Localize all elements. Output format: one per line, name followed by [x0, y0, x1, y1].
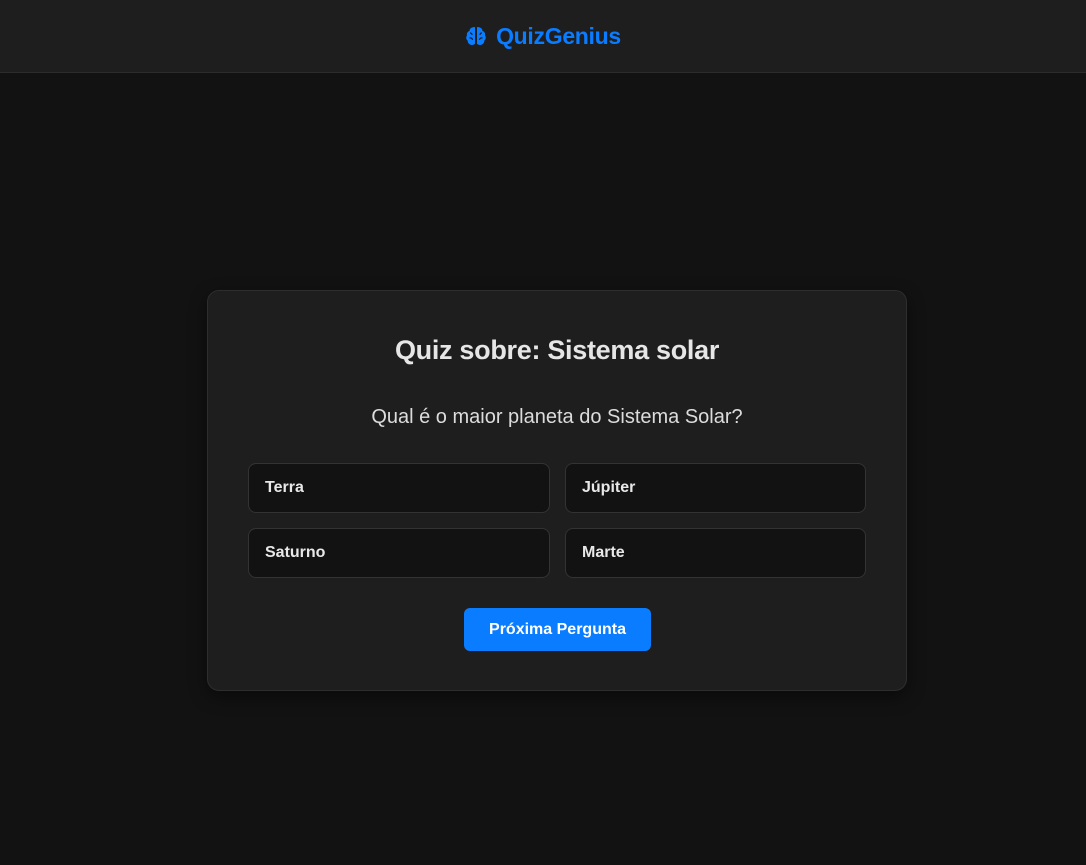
app-header: QuizGenius	[0, 0, 1086, 73]
answer-option-saturno[interactable]: Saturno	[248, 528, 550, 578]
answer-options: Terra Júpiter Saturno Marte	[248, 463, 867, 578]
brand-name: QuizGenius	[496, 22, 621, 49]
quiz-title: Quiz sobre: Sistema solar	[394, 335, 720, 365]
brand-logo[interactable]: QuizGenius	[465, 23, 621, 50]
answer-option-jupiter[interactable]: Júpiter	[565, 463, 866, 513]
answer-option-marte[interactable]: Marte	[565, 528, 866, 578]
answer-option-terra[interactable]: Terra	[248, 463, 550, 513]
question-text: Qual é o maior planeta do Sistema Solar?	[371, 406, 743, 428]
quiz-card: Quiz sobre: Sistema solar Qual é o maior…	[207, 290, 907, 691]
brain-icon	[465, 25, 487, 47]
next-question-button[interactable]: Próxima Pergunta	[464, 608, 651, 651]
